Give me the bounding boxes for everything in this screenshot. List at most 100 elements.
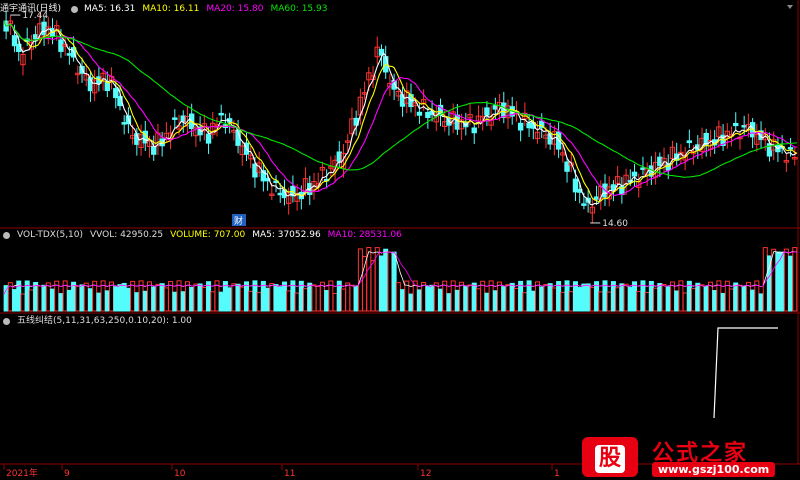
volume-bar <box>615 287 621 312</box>
watermark: 股 公式之家 www.gszj100.com <box>582 437 792 477</box>
volume-bar <box>315 285 321 312</box>
volume-bar <box>109 281 115 312</box>
volume-bar <box>551 287 557 312</box>
volume-bar <box>332 293 338 312</box>
x-axis-label: 1 <box>554 469 560 479</box>
volume-settings-dot-icon[interactable] <box>3 231 10 239</box>
volume-bar <box>577 286 583 312</box>
volume-bar <box>733 282 739 312</box>
volume-bar <box>758 293 764 312</box>
volume-bar <box>121 282 127 312</box>
volume-indicator-name[interactable]: VOL-TDX(5,10) <box>17 228 83 242</box>
volume-bar <box>383 248 389 312</box>
volume-bar <box>421 281 427 312</box>
volume-bar <box>303 288 309 312</box>
volume-bar <box>572 281 578 312</box>
volume-bar <box>589 287 595 312</box>
volume-bar <box>581 283 587 312</box>
volume-bar <box>239 286 245 312</box>
candle-body <box>484 107 490 116</box>
indicator-settings-dot-icon[interactable] <box>3 317 10 325</box>
volume-bar <box>497 281 503 312</box>
volume-bar <box>277 286 283 312</box>
volume-bar <box>180 291 186 312</box>
x-axis-label: 11 <box>284 469 295 479</box>
volume-bar <box>475 288 481 312</box>
volume-bar <box>712 290 718 312</box>
volume-bar <box>606 291 612 312</box>
volume-bar <box>623 283 629 312</box>
ma10-line <box>3 20 798 203</box>
volume-bar <box>425 285 431 312</box>
volume-bar <box>37 285 43 312</box>
ma10-value: MA10: 16.11 <box>142 4 200 14</box>
low-price-label: 14.60 <box>602 219 628 229</box>
volume-bar <box>33 281 39 312</box>
volume-bar <box>231 283 237 312</box>
volume-bar <box>653 287 659 312</box>
volume-bar <box>75 285 81 312</box>
volume-bar <box>370 259 376 312</box>
volume-bar <box>691 288 697 312</box>
x-axis-label: 9 <box>64 469 70 479</box>
settings-dot-icon[interactable] <box>71 5 79 13</box>
ma20-line <box>3 20 798 196</box>
collapse-icon[interactable] <box>786 3 794 11</box>
volume-bar <box>627 286 633 312</box>
main-chart-header: 通宇通讯(日线) MA5: 16.31 MA10: 16.11 MA20: 15… <box>0 2 334 16</box>
volume-bar <box>661 284 667 312</box>
volume-bar <box>345 282 351 312</box>
volume-bar <box>454 289 460 312</box>
x-axis-label: 10 <box>174 469 186 479</box>
indicator-value: : 1.00 <box>165 316 192 326</box>
volume-bar <box>509 282 515 312</box>
volume-bar <box>644 292 650 312</box>
volume-bar <box>125 287 131 312</box>
volume-bar <box>395 282 401 312</box>
volume-bar <box>501 286 507 312</box>
volume-bar <box>745 281 751 312</box>
volume-bar <box>657 283 663 312</box>
volume-bar <box>147 281 153 312</box>
volume-bar <box>505 284 511 312</box>
volume-bar <box>779 251 785 312</box>
indicator-name[interactable]: 五线纠结(5,11,31,63,250,0.10,20) <box>17 314 166 328</box>
volume-bar <box>210 291 216 312</box>
candle-body <box>733 122 739 127</box>
volume-bar <box>45 282 51 312</box>
volume-bar <box>674 290 680 312</box>
volume-bar <box>218 291 224 312</box>
volume-bar <box>134 292 140 312</box>
volume-bar <box>433 282 439 312</box>
indicator-header: 五线纠结(5,11,31,63,250,0.10,20) : 1.00 <box>0 314 199 328</box>
candle-body <box>104 81 111 92</box>
volume-bar <box>151 286 157 312</box>
earnings-marker-label: 财 <box>234 215 243 227</box>
volume-bar <box>142 290 148 312</box>
volume-bar <box>172 291 178 312</box>
volume-bar <box>737 284 743 312</box>
ma5-value: MA5: 16.31 <box>84 4 136 14</box>
volume-bar <box>484 292 490 312</box>
volume-bar <box>459 281 465 312</box>
candle-body <box>631 171 638 177</box>
stock-name[interactable]: 通宇通讯(日线) <box>0 2 61 16</box>
volume-bar <box>378 255 384 312</box>
volume-bar <box>265 287 271 312</box>
volume-bar <box>543 283 549 312</box>
volume-bar <box>471 282 477 312</box>
volume-bar <box>535 281 541 312</box>
volume-bar <box>66 289 72 312</box>
volume-bar <box>598 291 604 312</box>
volume-bar <box>20 293 26 312</box>
ma20-value: MA20: 15.80 <box>206 4 264 14</box>
volume-bar <box>307 282 313 312</box>
watermark-logo: 股 <box>582 437 638 477</box>
volume-bar <box>771 248 777 312</box>
indicator-step-line <box>713 327 778 419</box>
volume-bar <box>682 292 688 312</box>
volume-bar <box>703 285 709 312</box>
volume-bar <box>560 291 566 312</box>
volume-bar <box>58 293 64 312</box>
volume-bar <box>429 284 435 312</box>
